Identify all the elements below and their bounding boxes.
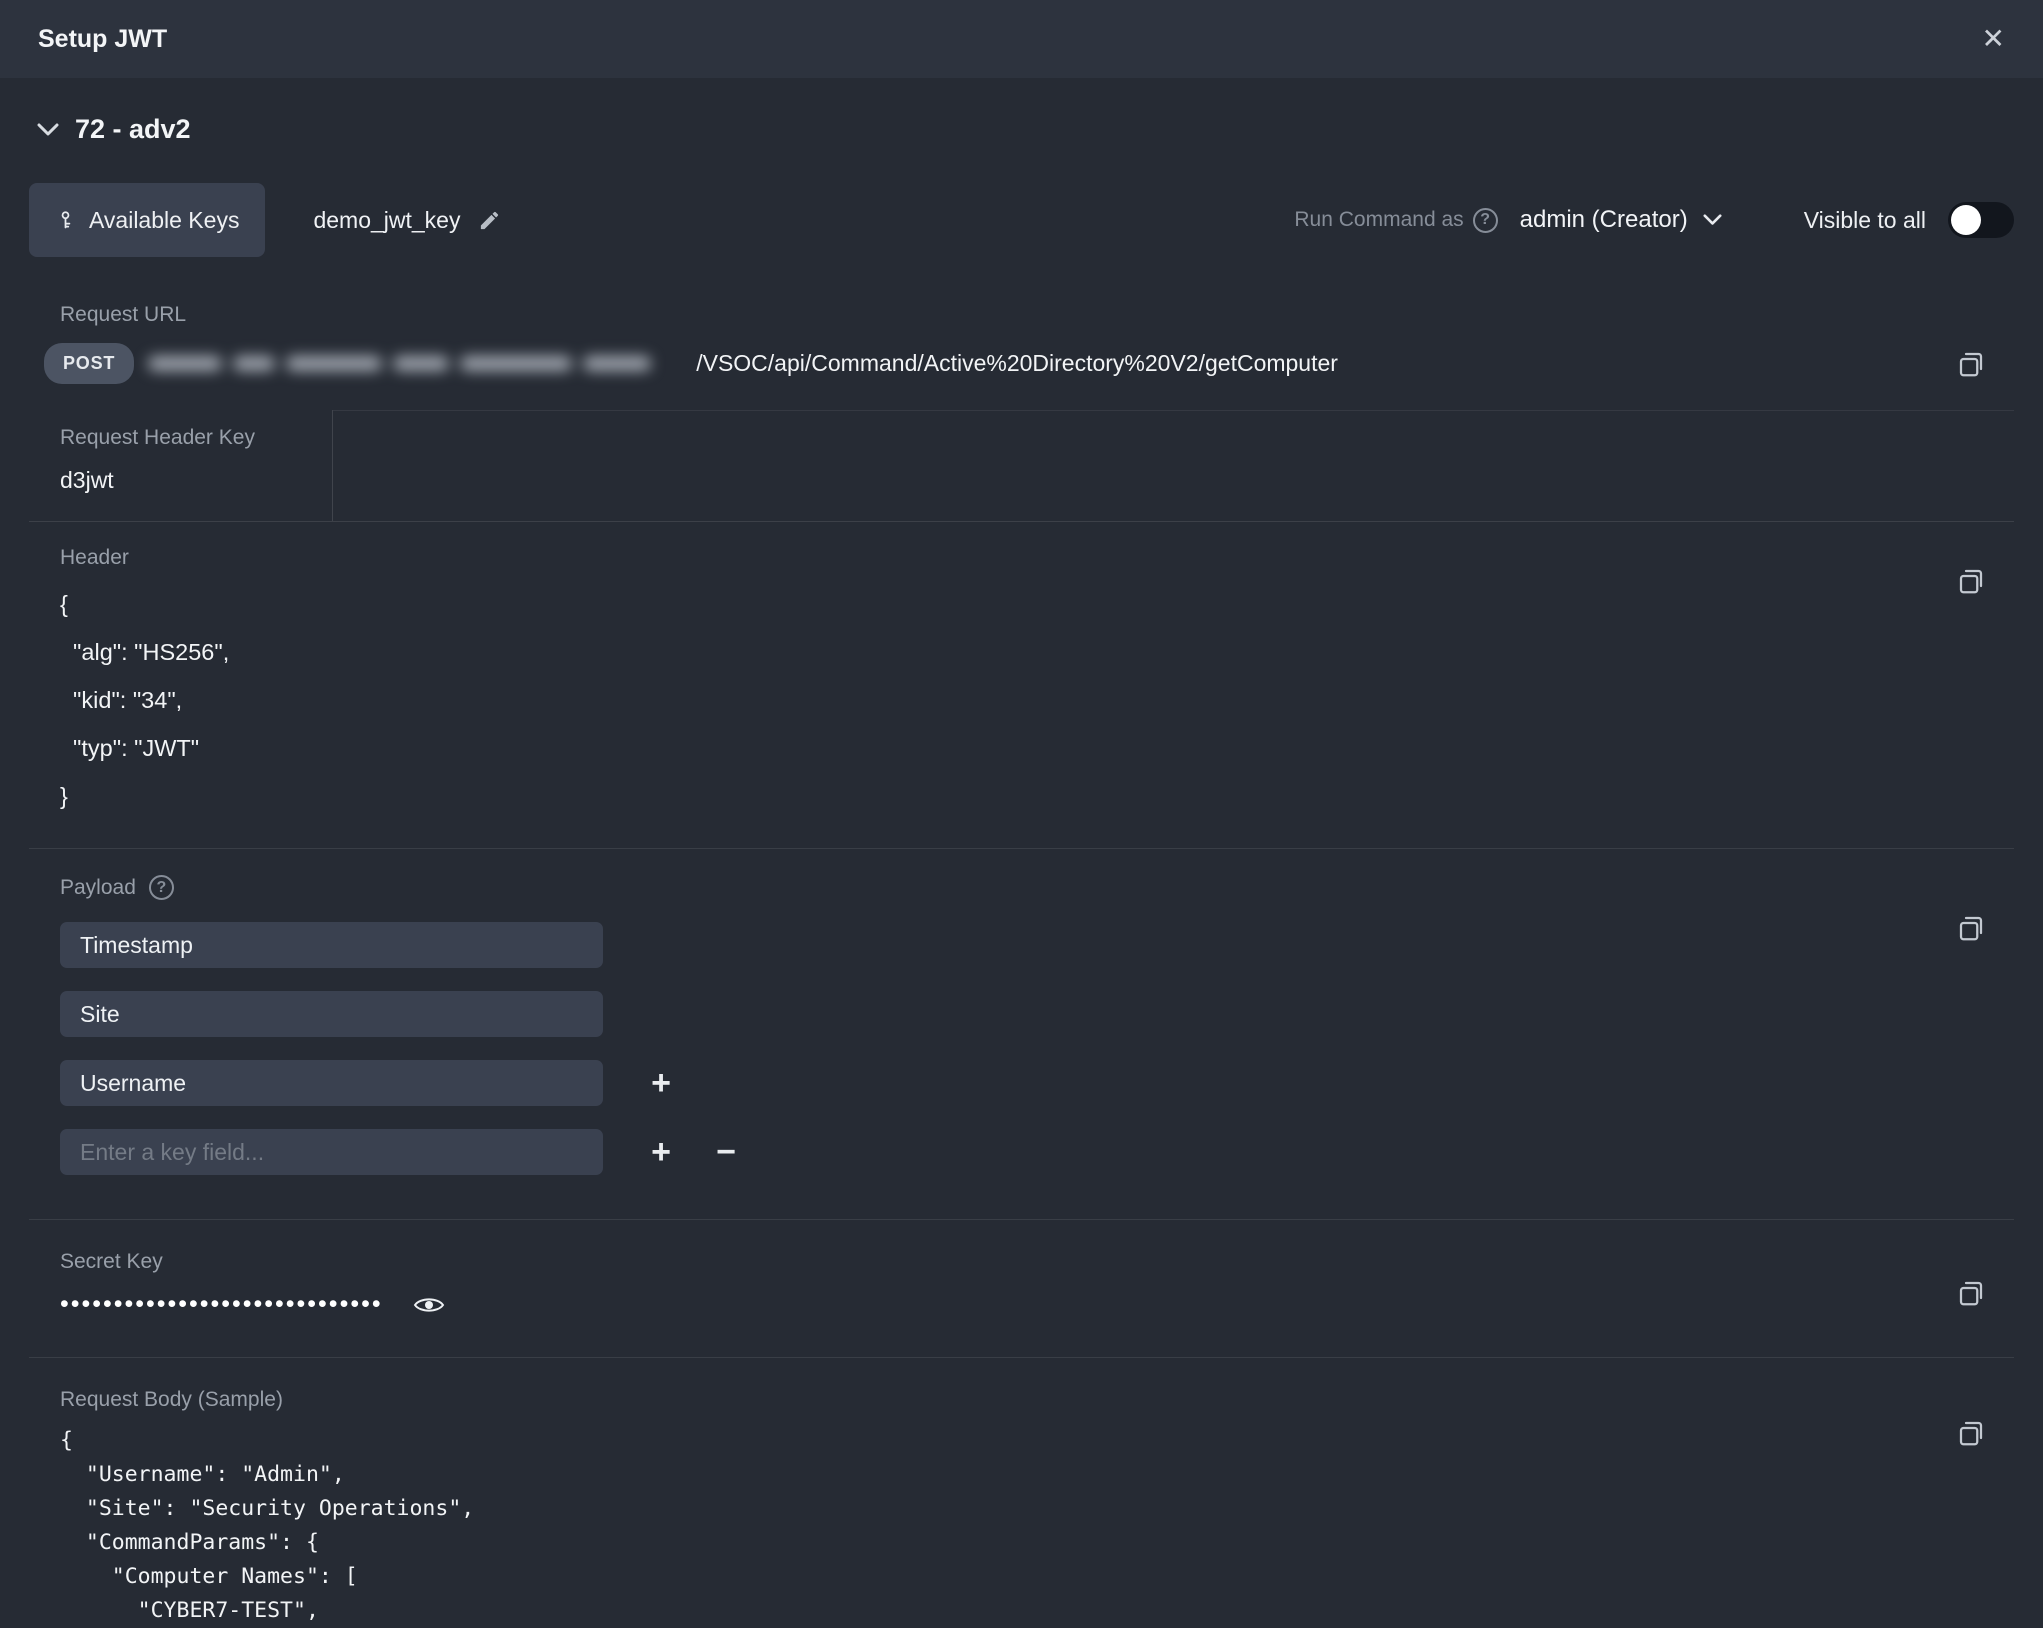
close-icon[interactable]: ✕ bbox=[1982, 25, 2005, 53]
secret-key-masked-value: •••••••••••••••••••••••••••••• bbox=[60, 1292, 383, 1317]
secret-key-label: Secret Key bbox=[60, 1250, 2014, 1274]
visible-to-all-label: Visible to all bbox=[1804, 207, 1926, 234]
payload-key-field-1[interactable] bbox=[60, 922, 603, 968]
key-icon bbox=[55, 210, 76, 231]
remove-key-button[interactable]: − bbox=[711, 1135, 741, 1169]
http-method-badge: POST bbox=[44, 343, 134, 384]
payload-help-icon[interactable]: ? bbox=[149, 875, 174, 900]
header-json: { "alg": "HS256", "kid": "34", "typ": "J… bbox=[60, 580, 2014, 820]
add-key-button[interactable]: + bbox=[646, 1135, 676, 1169]
jwt-key-name: demo_jwt_key bbox=[313, 207, 460, 234]
copy-payload-icon[interactable] bbox=[1956, 913, 1986, 943]
modal-title: Setup JWT bbox=[38, 25, 167, 54]
copy-header-icon[interactable] bbox=[1956, 566, 1986, 596]
redacted-url-host bbox=[148, 347, 696, 381]
copy-url-icon[interactable] bbox=[1956, 349, 1986, 379]
add-key-button[interactable]: + bbox=[646, 1066, 676, 1100]
request-body-json: { "Username": "Admin", "Site": "Security… bbox=[60, 1424, 2014, 1628]
edit-pencil-icon[interactable] bbox=[478, 209, 501, 232]
run-as-dropdown-value: admin (Creator) bbox=[1520, 206, 1688, 234]
request-header-key-label: Request Header Key bbox=[60, 426, 332, 450]
payload-key-field-2[interactable] bbox=[60, 991, 603, 1037]
run-command-help-icon[interactable]: ? bbox=[1473, 208, 1498, 233]
payload-key-field-3[interactable] bbox=[60, 1060, 603, 1106]
payload-label: Payload bbox=[60, 876, 136, 900]
copy-secret-icon[interactable] bbox=[1956, 1278, 1986, 1308]
available-keys-button[interactable]: Available Keys bbox=[29, 183, 265, 257]
run-as-dropdown[interactable]: admin (Creator) bbox=[1520, 206, 1722, 234]
run-command-as-label: Run Command as bbox=[1294, 208, 1463, 232]
section-title: 72 - adv2 bbox=[75, 114, 191, 145]
chevron-down-icon bbox=[1703, 214, 1722, 226]
copy-request-body-icon[interactable] bbox=[1956, 1418, 1986, 1448]
header-label: Header bbox=[60, 546, 2014, 570]
request-url-path: /VSOC/api/Command/Active%20Directory%20V… bbox=[696, 350, 1338, 377]
toggle-knob bbox=[1951, 205, 1981, 235]
modal-body: 72 - adv2 Available Keys demo_jwt_key Ru… bbox=[0, 114, 2043, 1628]
request-body-label: Request Body (Sample) bbox=[60, 1388, 2014, 1412]
visible-to-all-toggle[interactable] bbox=[1948, 202, 2014, 238]
payload-new-key-field[interactable] bbox=[60, 1129, 603, 1175]
reveal-eye-icon[interactable] bbox=[413, 1294, 445, 1316]
modal-header: Setup JWT ✕ bbox=[0, 0, 2043, 78]
request-url-label: Request URL bbox=[60, 303, 2014, 327]
request-header-key-value: d3jwt bbox=[60, 467, 332, 494]
available-keys-label: Available Keys bbox=[89, 207, 239, 234]
collapse-chevron-icon[interactable] bbox=[37, 123, 59, 137]
